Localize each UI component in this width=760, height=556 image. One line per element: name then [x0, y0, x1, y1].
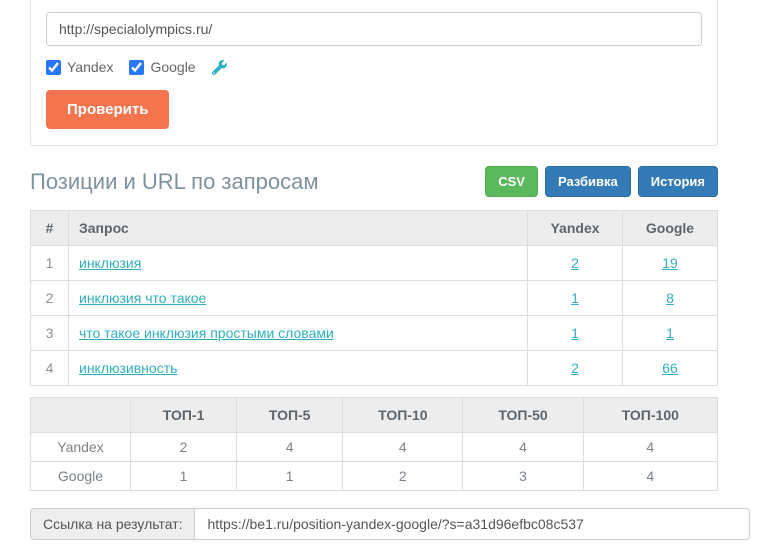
- positions-table: # Запрос Yandex Google 1 инклюзия 2 19 2…: [30, 210, 718, 386]
- summary-row-label: Google: [31, 462, 131, 491]
- results-actions: CSV Разбивка История: [485, 166, 718, 197]
- google-position-link[interactable]: 66: [662, 360, 678, 376]
- summary-header-top1: ТОП-1: [131, 398, 237, 433]
- yandex-position-link[interactable]: 2: [571, 360, 579, 376]
- header-yandex: Yandex: [528, 211, 623, 246]
- url-input[interactable]: [46, 12, 702, 46]
- query-link[interactable]: что такое инклюзия простыми словами: [79, 325, 334, 341]
- table-row: 4 инклюзивность 2 66: [31, 351, 718, 386]
- results-header: Позиции и URL по запросам CSV Разбивка И…: [30, 166, 718, 197]
- google-checkbox-text: Google: [150, 59, 195, 75]
- result-link-group: Ссылка на результат:: [30, 508, 750, 540]
- table-row: Google 1 1 2 3 4: [31, 462, 718, 491]
- summary-value: 4: [583, 462, 717, 491]
- result-link-label: Ссылка на результат:: [30, 508, 194, 540]
- summary-value: 1: [131, 462, 237, 491]
- yandex-position-link[interactable]: 1: [571, 325, 579, 341]
- query-link[interactable]: инклюзия что такое: [79, 290, 206, 306]
- summary-header-row: ТОП-1 ТОП-5 ТОП-10 ТОП-50 ТОП-100: [31, 398, 718, 433]
- summary-value: 1: [237, 462, 343, 491]
- header-google: Google: [623, 211, 718, 246]
- summary-header-top10: ТОП-10: [343, 398, 463, 433]
- yandex-position-link[interactable]: 1: [571, 290, 579, 306]
- history-button[interactable]: История: [638, 166, 718, 197]
- query-link[interactable]: инклюзивность: [79, 360, 177, 376]
- google-position-link[interactable]: 8: [666, 290, 674, 306]
- page: Yandex Google Проверить Позиции и URL по…: [0, 0, 760, 540]
- yandex-position-link[interactable]: 2: [571, 255, 579, 271]
- check-form-panel: Yandex Google Проверить: [30, 0, 718, 146]
- row-number: 4: [31, 351, 69, 386]
- result-link-input[interactable]: [194, 508, 750, 540]
- summary-header-empty: [31, 398, 131, 433]
- google-checkbox-label[interactable]: Google: [129, 59, 195, 75]
- query-link[interactable]: инклюзия: [79, 255, 141, 271]
- yandex-checkbox-label[interactable]: Yandex: [46, 59, 113, 75]
- header-query: Запрос: [69, 211, 528, 246]
- header-num: #: [31, 211, 69, 246]
- summary-value: 4: [237, 433, 343, 462]
- summary-value: 4: [343, 433, 463, 462]
- summary-value: 4: [463, 433, 583, 462]
- breakdown-button[interactable]: Разбивка: [545, 166, 631, 197]
- positions-header-row: # Запрос Yandex Google: [31, 211, 718, 246]
- summary-header-top100: ТОП-100: [583, 398, 717, 433]
- table-row: 1 инклюзия 2 19: [31, 246, 718, 281]
- row-number: 1: [31, 246, 69, 281]
- wrench-settings-icon[interactable]: [212, 60, 227, 75]
- summary-header-top5: ТОП-5: [237, 398, 343, 433]
- table-row: 2 инклюзия что такое 1 8: [31, 281, 718, 316]
- yandex-checkbox[interactable]: [46, 60, 61, 75]
- engine-checkboxes: Yandex Google: [46, 59, 702, 75]
- row-number: 3: [31, 316, 69, 351]
- check-button[interactable]: Проверить: [46, 90, 169, 129]
- summary-header-top50: ТОП-50: [463, 398, 583, 433]
- summary-row-label: Yandex: [31, 433, 131, 462]
- google-position-link[interactable]: 19: [662, 255, 678, 271]
- summary-value: 2: [343, 462, 463, 491]
- google-position-link[interactable]: 1: [666, 325, 674, 341]
- table-row: 3 что такое инклюзия простыми словами 1 …: [31, 316, 718, 351]
- csv-button[interactable]: CSV: [485, 166, 538, 197]
- summary-value: 2: [131, 433, 237, 462]
- table-row: Yandex 2 4 4 4 4: [31, 433, 718, 462]
- row-number: 2: [31, 281, 69, 316]
- top-summary-table: ТОП-1 ТОП-5 ТОП-10 ТОП-50 ТОП-100 Yandex…: [30, 397, 718, 491]
- page-title: Позиции и URL по запросам: [30, 169, 319, 195]
- yandex-checkbox-text: Yandex: [67, 59, 113, 75]
- summary-value: 3: [463, 462, 583, 491]
- google-checkbox[interactable]: [129, 60, 144, 75]
- summary-value: 4: [583, 433, 717, 462]
